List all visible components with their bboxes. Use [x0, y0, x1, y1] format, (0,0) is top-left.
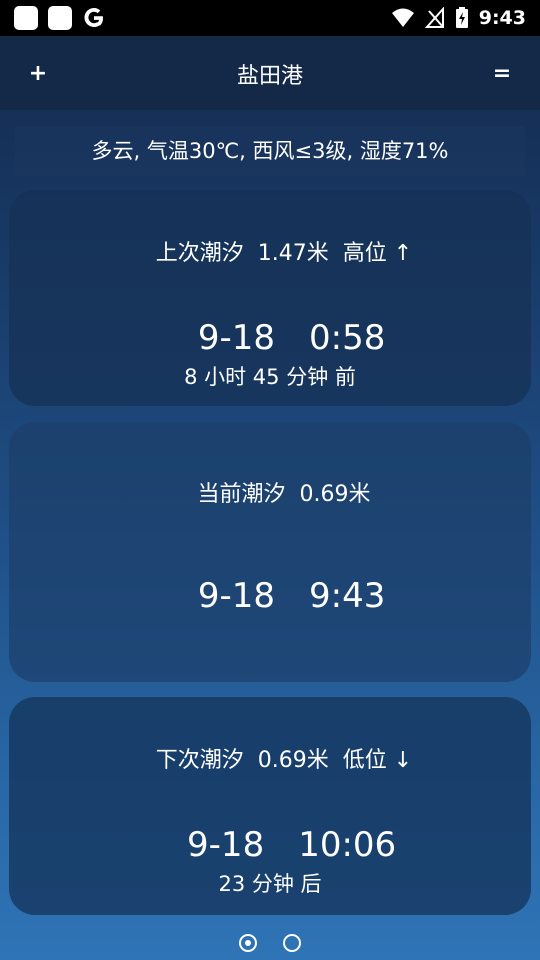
status-time: 9:43: [478, 7, 526, 29]
tide-height: 0.69米: [299, 482, 371, 507]
page-dot-1[interactable]: [239, 934, 257, 952]
tide-title: 下次潮汐: [155, 748, 244, 773]
tide-time: 10:06: [298, 825, 397, 865]
current-tide-card: 当前潮汐 0.69米 9-18 9:43: [9, 422, 531, 682]
battery-charging-icon: [455, 7, 468, 28]
tide-datetime: 9-18 9:43: [9, 536, 531, 656]
tide-header: 当前潮汐 0.69米: [9, 451, 531, 533]
wifi-icon: [391, 8, 414, 27]
tide-height: 0.69米: [257, 748, 329, 773]
app-notification-icon: [14, 6, 38, 30]
next-tide-card: 下次潮汐 0.69米 低位 ↓ 9-18 10:06 23 分钟 后: [9, 697, 531, 915]
page-title: 盐田港: [236, 64, 303, 89]
tide-title: 当前潮汐: [197, 482, 286, 507]
status-bar: 9:43: [0, 0, 540, 36]
tide-date: 9-18: [187, 825, 265, 865]
tide-relative-time: 23 分钟 后: [218, 872, 322, 896]
app-notification-icon: [48, 6, 72, 30]
no-signal-icon: [424, 7, 444, 28]
tide-level: 高位: [342, 241, 387, 266]
tide-height: 1.47米: [257, 241, 329, 266]
tide-relative-time: 8 小时 45 分钟 前: [184, 365, 356, 389]
arrow-up-icon: ↑: [393, 241, 413, 266]
app-header: + 盐田港 =: [0, 36, 540, 110]
tide-time: 9:43: [309, 576, 386, 616]
menu-button[interactable]: =: [484, 56, 520, 92]
previous-tide-card: 上次潮汐 1.47米 高位 ↑ 9-18 0:58 8 小时 45 分钟 前: [9, 190, 531, 406]
tide-date: 9-18: [197, 576, 276, 616]
arrow-down-icon: ↓: [393, 748, 413, 773]
tide-date: 9-18: [197, 318, 276, 358]
page-dot-2[interactable]: [283, 934, 301, 952]
tide-title: 上次潮汐: [155, 241, 244, 266]
weather-summary: 多云, 气温30℃, 西风≤3级, 湿度71%: [15, 126, 525, 176]
page-indicator: [0, 934, 540, 952]
tide-time: 0:58: [309, 318, 386, 358]
tide-level: 低位: [342, 748, 387, 773]
google-icon: [84, 8, 103, 27]
